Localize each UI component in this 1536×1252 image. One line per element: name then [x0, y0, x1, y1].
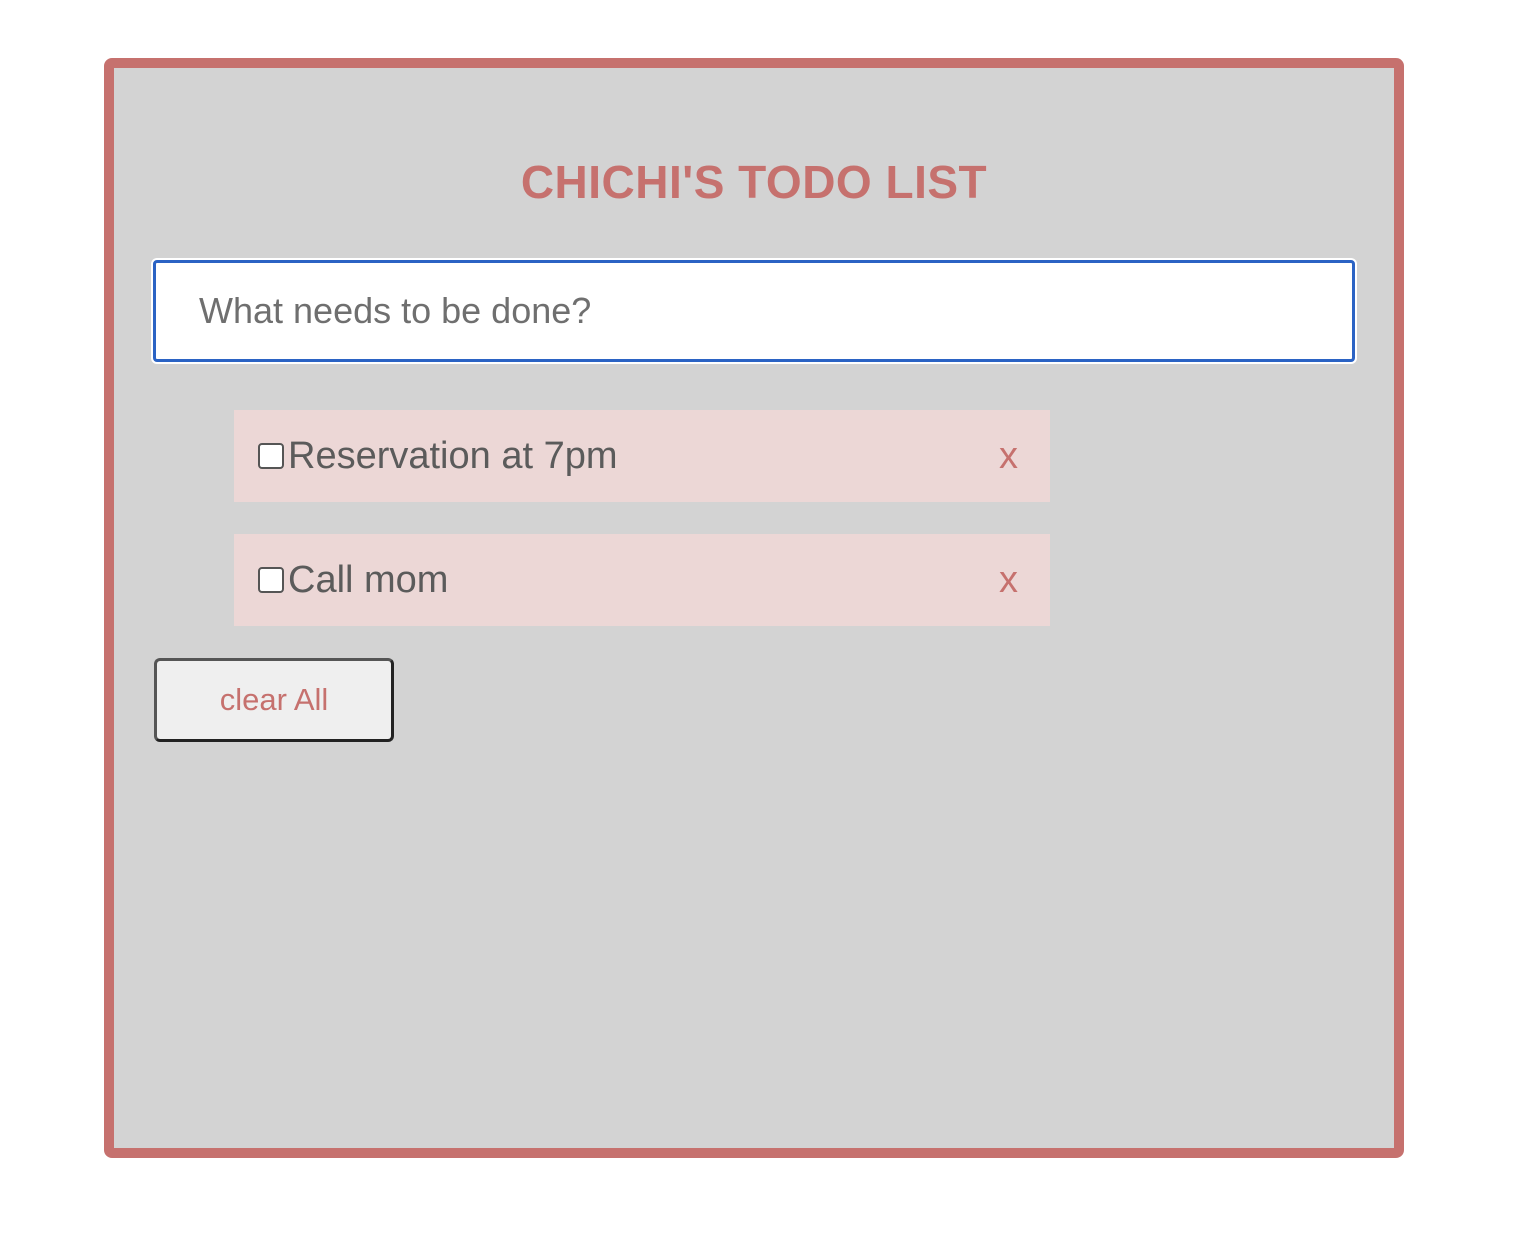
todo-text: Reservation at 7pm [288, 435, 618, 477]
new-todo-input[interactable] [153, 260, 1355, 362]
page-title: CHICHI'S TODO LIST [520, 156, 988, 208]
todo-list: Reservation at 7pm x Call mom x [234, 410, 1050, 658]
todo-app-panel: CHICHI'S TODO LIST Reservation at 7pm x … [104, 58, 1404, 1158]
todo-text: Call mom [288, 559, 449, 601]
todo-checkbox[interactable] [258, 567, 284, 593]
delete-todo-button[interactable]: x [999, 436, 1018, 476]
todo-item: Reservation at 7pm x [234, 410, 1050, 502]
delete-todo-button[interactable]: x [999, 560, 1018, 600]
todo-item: Call mom x [234, 534, 1050, 626]
clear-all-button[interactable]: clear All [154, 658, 394, 742]
todo-checkbox[interactable] [258, 443, 284, 469]
